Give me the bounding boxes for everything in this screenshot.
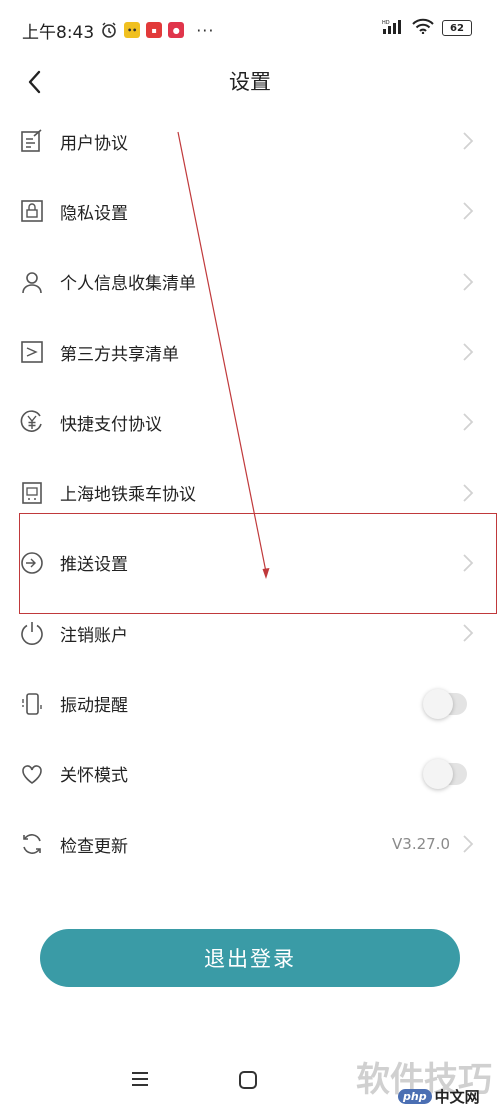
setting-delete-account[interactable]: 注销账户 — [0, 598, 500, 668]
version-label: V3.27.0 — [392, 835, 450, 854]
heart-icon — [20, 762, 44, 786]
more-notifications-icon: ··· — [196, 20, 215, 40]
logout-button[interactable]: 退出登录 — [40, 929, 460, 987]
app-notification-icon: ▪ — [146, 22, 163, 38]
wifi-icon — [412, 18, 434, 38]
status-time: 上午8:43 — [22, 22, 95, 43]
setting-label: 第三方共享清单 — [60, 344, 179, 365]
setting-third-party-list[interactable]: 第三方共享清单 — [0, 317, 500, 387]
nav-home-button[interactable] — [237, 1069, 259, 1091]
toggle-knob — [423, 688, 453, 719]
setting-label: 关怀模式 — [60, 766, 128, 787]
settings-list: 用户协议 隐私设置 个人信息收集清单 第三方共享清单 快捷支付协议 上海地铁乘车… — [0, 106, 500, 879]
watermark-php: php — [398, 1089, 432, 1104]
setting-check-update[interactable]: 检查更新 V3.27.0 — [0, 809, 500, 879]
app-notification-icon: •• — [124, 22, 141, 38]
setting-vibration-reminder: 振动提醒 — [0, 668, 500, 738]
menu-icon — [132, 1072, 148, 1086]
page-title: 设置 — [229, 70, 271, 94]
setting-shanghai-metro-agreement[interactable]: 上海地铁乘车协议 — [0, 457, 500, 527]
document-edit-icon — [20, 129, 44, 153]
chevron-right-icon — [463, 483, 474, 502]
vibrate-icon — [20, 692, 44, 716]
chevron-right-icon — [463, 835, 474, 853]
setting-label: 振动提醒 — [60, 696, 128, 717]
setting-label: 注销账户 — [60, 625, 128, 646]
setting-care-mode: 关怀模式 — [0, 739, 500, 809]
setting-quick-pay-agreement[interactable]: 快捷支付协议 — [0, 387, 500, 457]
chevron-right-icon — [463, 132, 474, 150]
chevron-right-icon — [463, 273, 474, 291]
watermark-cn: 中文网 — [434, 1088, 480, 1106]
chevron-right-icon — [463, 554, 474, 572]
care-mode-toggle[interactable] — [423, 758, 467, 789]
setting-label: 隐私设置 — [60, 203, 128, 224]
battery-indicator: 62 — [442, 20, 472, 36]
watermark-logo: php 中文网 — [398, 1086, 480, 1107]
chevron-right-icon — [463, 202, 474, 221]
app-notification-icon: ● — [168, 22, 185, 38]
vibration-toggle[interactable] — [423, 688, 467, 719]
header: 设置 — [0, 60, 500, 104]
setting-label: 推送设置 — [60, 555, 128, 576]
push-icon — [20, 551, 44, 575]
setting-privacy[interactable]: 隐私设置 — [0, 176, 500, 246]
setting-personal-info-list[interactable]: 个人信息收集清单 — [0, 247, 500, 317]
status-right: HD 62 — [382, 18, 472, 38]
lock-icon — [20, 199, 44, 223]
person-icon — [20, 270, 44, 294]
chevron-right-icon — [463, 343, 474, 361]
refresh-icon — [20, 832, 44, 856]
home-square-icon — [239, 1071, 257, 1089]
share-icon — [20, 340, 44, 364]
setting-label: 快捷支付协议 — [60, 414, 162, 435]
metro-icon — [20, 481, 44, 505]
setting-user-agreement[interactable]: 用户协议 — [0, 106, 500, 176]
setting-push-notifications[interactable]: 推送设置 — [0, 528, 500, 598]
alarm-icon — [100, 21, 118, 39]
power-icon — [20, 621, 44, 646]
setting-label: 用户协议 — [60, 133, 128, 154]
status-bar: 上午8:43 •• ▪ ● ··· HD 62 — [0, 0, 500, 60]
nav-menu-button[interactable] — [128, 1067, 152, 1091]
signal-icon: HD — [382, 18, 406, 38]
chevron-right-icon — [463, 413, 474, 431]
svg-text:HD: HD — [382, 20, 390, 26]
chevron-right-icon — [463, 624, 474, 642]
setting-label: 上海地铁乘车协议 — [60, 485, 196, 506]
setting-label: 检查更新 — [60, 836, 128, 857]
yuan-icon — [20, 410, 44, 434]
toggle-knob — [423, 758, 453, 789]
setting-label: 个人信息收集清单 — [60, 274, 196, 295]
